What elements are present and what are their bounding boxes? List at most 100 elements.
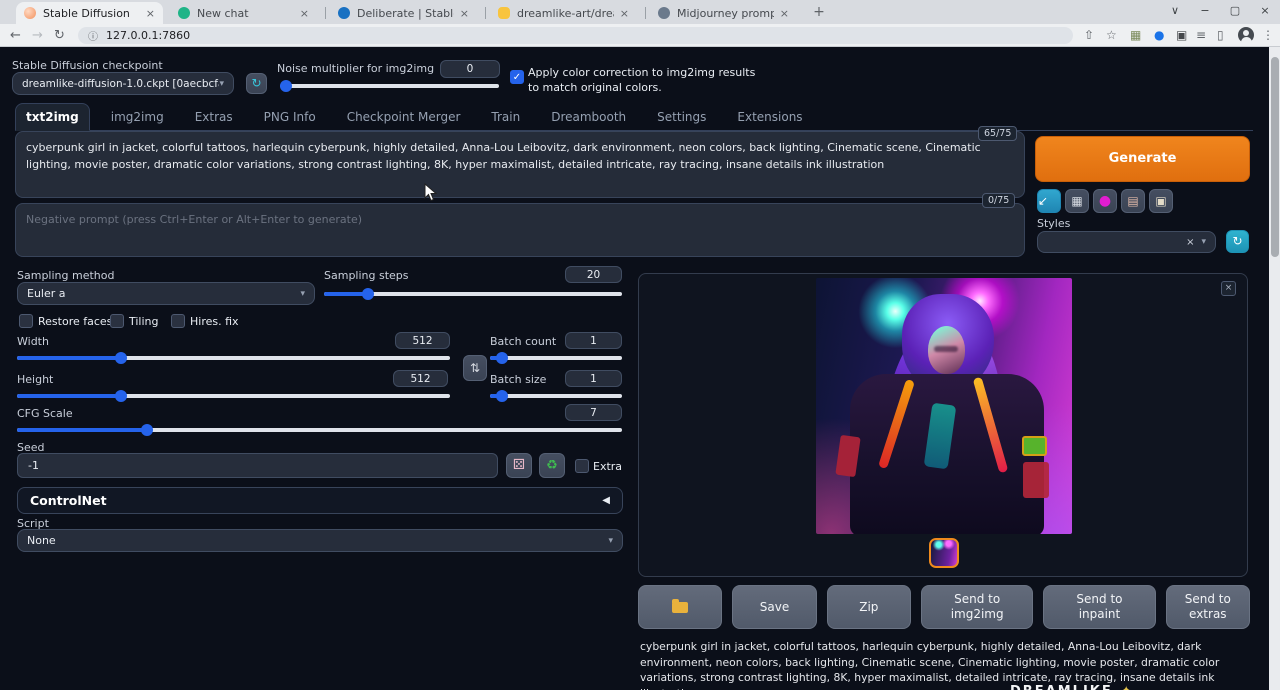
extensions-puzzle-icon[interactable]: ▣	[1176, 27, 1187, 44]
noise-multiplier-label: Noise multiplier for img2img	[277, 62, 434, 75]
reuse-seed-recycle-button[interactable]: ♻	[539, 453, 565, 478]
bookmark-star-icon[interactable]: ☆	[1106, 27, 1117, 44]
tab-close-icon[interactable]: ×	[300, 7, 309, 20]
cfg-scale-input[interactable]	[565, 404, 622, 421]
tab-txt2img[interactable]: txt2img	[15, 103, 90, 131]
tab-settings[interactable]: Settings	[647, 104, 716, 130]
sampling-steps-slider[interactable]	[324, 288, 622, 300]
checkpoint-label: Stable Diffusion checkpoint	[12, 59, 163, 72]
site-info-icon[interactable]: ⓘ	[88, 28, 98, 43]
gallery-thumbnail-selected[interactable]	[929, 538, 959, 568]
browser-tab-dreamlike[interactable]: dreamlike-art/dreamlike-diffusio ×	[490, 2, 637, 24]
tab-title: Midjourney prompt examples : L	[677, 7, 774, 20]
tab-dreambooth[interactable]: Dreambooth	[541, 104, 636, 130]
media-extension-icon[interactable]: ●	[1154, 27, 1164, 44]
batch-size-input[interactable]	[565, 370, 622, 387]
extension-grid-icon[interactable]: ▦	[1130, 27, 1141, 44]
paste-params-button[interactable]: ↙	[1037, 189, 1061, 213]
random-seed-dice-button[interactable]: ⚄	[506, 453, 532, 478]
apply-style-button[interactable]: ▤	[1121, 189, 1145, 213]
browser-tab-new-chat[interactable]: New chat ×	[170, 2, 317, 24]
noise-multiplier-input[interactable]	[440, 60, 500, 78]
negative-prompt-textarea[interactable]	[15, 203, 1025, 257]
save-style-button[interactable]: ▣	[1149, 189, 1173, 213]
tab-img2img[interactable]: img2img	[101, 104, 174, 130]
checkpoint-dropdown[interactable]: dreamlike-diffusion-1.0.ckpt [0aecbcfa2c…	[12, 72, 234, 95]
tab-train[interactable]: Train	[481, 104, 530, 130]
generated-image[interactable]	[816, 278, 1072, 534]
prompt-textarea[interactable]: cyberpunk girl in jacket, colorful tatto…	[15, 131, 1025, 198]
script-dropdown[interactable]: None ▾	[17, 529, 623, 552]
browser-tab-midjourney[interactable]: Midjourney prompt examples : L ×	[650, 2, 797, 24]
send-to-inpaint-button[interactable]: Send to inpaint	[1043, 585, 1155, 629]
sampling-method-value: Euler a	[27, 287, 66, 300]
batch-size-slider[interactable]	[490, 390, 622, 402]
controlnet-accordion[interactable]: ControlNet ◀	[17, 487, 623, 514]
batch-count-slider[interactable]	[490, 352, 622, 364]
reload-icon[interactable]: ↻	[54, 26, 65, 45]
back-icon[interactable]: ←	[10, 26, 21, 45]
height-input[interactable]	[393, 370, 448, 387]
tab-extensions[interactable]: Extensions	[727, 104, 812, 130]
url-text[interactable]: 127.0.0.1:7860	[106, 29, 190, 42]
browser-menu-dots-icon[interactable]: ⋮	[1262, 27, 1274, 44]
styles-dropdown[interactable]: × ▾	[1037, 231, 1216, 253]
height-slider[interactable]	[17, 390, 450, 402]
folder-icon	[672, 602, 688, 613]
width-input[interactable]	[395, 332, 450, 349]
side-panel-icon[interactable]: ▯	[1217, 27, 1224, 44]
browser-tab-deliberate[interactable]: Deliberate | Stable Diffusion Che ×	[330, 2, 477, 24]
send-to-img2img-button[interactable]: Send to img2img	[921, 585, 1033, 629]
page-scrollbar[interactable]	[1269, 47, 1280, 690]
styles-clear-icon[interactable]: ×	[1186, 237, 1201, 248]
sampling-method-dropdown[interactable]: Euler a ▾	[17, 282, 315, 305]
reading-list-icon[interactable]: ≡	[1196, 27, 1206, 44]
restore-faces-checkbox[interactable]	[19, 314, 33, 328]
tab-separator	[645, 7, 646, 19]
tab-png-info[interactable]: PNG Info	[254, 104, 326, 130]
browser-tab-stable-diffusion[interactable]: Stable Diffusion ×	[16, 2, 163, 24]
seed-input[interactable]	[17, 453, 498, 478]
tab-title: dreamlike-art/dreamlike-diffusio	[517, 7, 614, 20]
hires-fix-checkbox[interactable]	[171, 314, 185, 328]
tab-title: Deliberate | Stable Diffusion Che	[357, 7, 454, 20]
profile-avatar[interactable]	[1238, 27, 1254, 43]
window-minimize-button[interactable]: −	[1190, 0, 1220, 22]
image-figure-patch	[1023, 462, 1049, 498]
styles-refresh-button[interactable]: ↻	[1226, 230, 1249, 253]
close-image-icon[interactable]: ×	[1221, 281, 1236, 296]
color-correction-checkbox[interactable]: ✓	[510, 70, 524, 84]
save-button[interactable]: Save	[732, 585, 816, 629]
swap-width-height-button[interactable]: ⇅	[463, 355, 487, 381]
tab-close-icon[interactable]: ×	[460, 7, 469, 20]
window-close-button[interactable]: ×	[1250, 0, 1280, 22]
tab-search-chevron-icon[interactable]: ∨	[1160, 0, 1190, 22]
window-maximize-button[interactable]: ▢	[1220, 0, 1250, 22]
tab-checkpoint-merger[interactable]: Checkpoint Merger	[337, 104, 471, 130]
sampling-method-label: Sampling method	[17, 269, 114, 282]
extra-networks-button[interactable]: ●	[1093, 189, 1117, 213]
tab-close-icon[interactable]: ×	[620, 7, 629, 20]
batch-count-input[interactable]	[565, 332, 622, 349]
cfg-scale-slider[interactable]	[17, 424, 622, 436]
send-to-extras-button[interactable]: Send to extras	[1166, 585, 1250, 629]
width-slider[interactable]	[17, 352, 450, 364]
tiling-checkbox[interactable]	[110, 314, 124, 328]
new-tab-button[interactable]: +	[810, 4, 828, 22]
tab-close-icon[interactable]: ×	[146, 7, 155, 20]
share-icon[interactable]: ⇧	[1084, 27, 1094, 44]
noise-multiplier-slider[interactable]	[280, 80, 499, 92]
extra-seed-checkbox[interactable]	[575, 459, 589, 473]
checkpoint-refresh-button[interactable]: ↻	[246, 73, 267, 94]
clear-prompt-trash-button[interactable]: ▦	[1065, 189, 1089, 213]
tab-extras[interactable]: Extras	[185, 104, 243, 130]
sampling-steps-input[interactable]	[565, 266, 622, 283]
open-folder-button[interactable]	[638, 585, 722, 629]
address-bar[interactable]: ⓘ 127.0.0.1:7860	[78, 27, 1073, 44]
browser-tab-strip: Stable Diffusion × New chat × Deliberate…	[0, 0, 1280, 24]
generate-button[interactable]: Generate	[1035, 136, 1250, 182]
zip-button[interactable]: Zip	[827, 585, 911, 629]
tab-close-icon[interactable]: ×	[780, 7, 789, 20]
stable-diffusion-webui: Stable Diffusion checkpoint dreamlike-di…	[0, 47, 1280, 690]
scrollbar-thumb[interactable]	[1271, 57, 1279, 257]
